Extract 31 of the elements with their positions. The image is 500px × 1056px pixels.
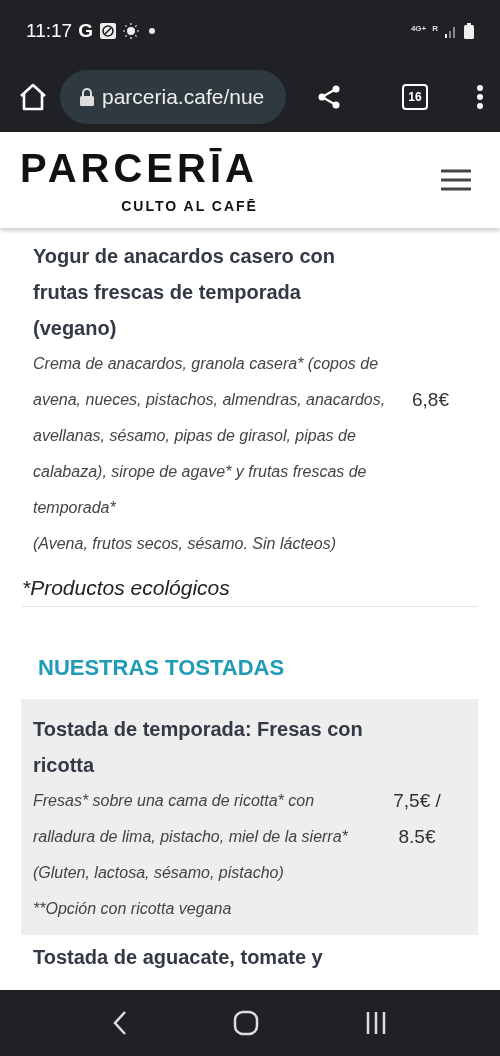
sun-icon (122, 23, 139, 39)
status-time: 11:17 (26, 20, 73, 42)
logo-tagline: CULTO AL CAFĒ (121, 198, 258, 214)
app-notification-icon (98, 22, 117, 40)
item-description: (Avena, frutos secos, sésamo. Sin lácteos) (33, 534, 337, 554)
item-price: 6,8€ (411, 388, 450, 412)
battery-icon (464, 23, 474, 39)
item-title: Yogur de anacardos casero con frutas frescas de temporada (vegano) (33, 244, 336, 341)
menu-icon[interactable] (440, 169, 472, 191)
google-status-icon: G (78, 20, 93, 42)
tab-count-button[interactable]: 16 (402, 84, 428, 110)
back-icon[interactable] (112, 1010, 129, 1036)
address-bar[interactable]: parceria.cafe/nue (60, 70, 286, 124)
roaming-indicator: R (432, 23, 438, 33)
item-title: Tostada de temporada: Fresas con ricotta (33, 717, 364, 778)
site-logo[interactable]: PARCERĪA (20, 146, 258, 190)
more-options-icon[interactable] (476, 84, 484, 110)
item-description: (Gluten, lactosa, sésamo, pistacho) (33, 863, 285, 883)
item-price: 7,5€ / 8.5€ (392, 789, 442, 849)
footnote: *Productos ecológicos (21, 575, 231, 601)
lock-icon (80, 88, 94, 106)
share-icon[interactable] (316, 84, 342, 110)
network-type: 4G+ (410, 23, 427, 33)
home-icon[interactable] (18, 83, 48, 111)
item-description: **Opción con ricotta vegana (33, 899, 233, 919)
item-title: Tostada de aguacate, tomate y (33, 945, 324, 970)
item-description: Fresas* sobre una cama de ricotta* con ralladura de lima, pistacho, miel de la sierra* (33, 791, 349, 847)
section-heading: NUESTRAS TOSTADAS (37, 654, 286, 682)
home-button-icon[interactable] (233, 1010, 259, 1036)
item-description: Crema de anacardos, granola casera* (copos de avena, nueces, pistachos, almendras, anacardos, avellanas, sésamo, pipas de girasol, pipas de calabaza), sirope de agave* y frutas frescas de temporada* (33, 354, 387, 518)
signal-icon (444, 24, 458, 38)
